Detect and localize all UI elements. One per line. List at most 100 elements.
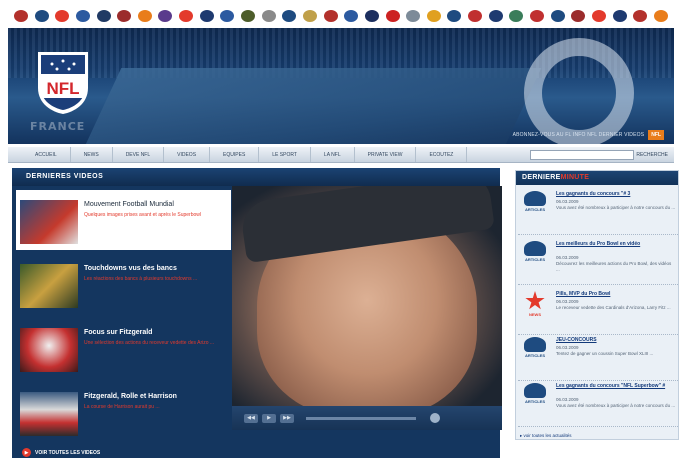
news-item[interactable]: ARTICLES Les gagnants du concours "# 3 0…: [518, 187, 678, 235]
subscribe-button[interactable]: NFL: [648, 130, 664, 140]
team-logo-icon[interactable]: [241, 10, 256, 22]
see-all-videos-link[interactable]: ▶ VOIR TOUTES LES VIDEOS: [22, 448, 100, 457]
team-logo-icon[interactable]: [530, 10, 545, 22]
team-logo-icon[interactable]: [158, 10, 173, 22]
video-title[interactable]: Touchdowns vus des bancs: [84, 264, 230, 273]
play-icon[interactable]: ▶: [22, 448, 31, 457]
news-link[interactable]: Les gagnants du concours "NFL Superbow" …: [556, 383, 676, 389]
team-logo-icon[interactable]: [509, 10, 524, 22]
team-logos-strip: [8, 6, 674, 26]
star-icon: NEWS: [520, 291, 550, 321]
nav-item-deve-nfl[interactable]: DEVE NFL: [113, 147, 165, 162]
forward-button[interactable]: ▶▶: [280, 413, 294, 423]
banner-helmet-decoration: [524, 38, 634, 144]
team-logo-icon[interactable]: [137, 10, 152, 22]
nav-item-listen[interactable]: ECOUTEZ: [416, 147, 468, 162]
team-logo-icon[interactable]: [55, 10, 70, 22]
nfl-shield-logo[interactable]: NFL: [34, 44, 92, 116]
helmet-icon: ARTICLES: [520, 191, 550, 221]
volume-knob[interactable]: [430, 413, 440, 423]
subscribe-text[interactable]: ABONNEZ-VOUS AU FL INFO NFL DERNIER VIDE…: [513, 132, 645, 138]
news-icon-label: ARTICLES: [525, 257, 545, 262]
team-logo-icon[interactable]: [220, 10, 235, 22]
latest-videos-header: DERNIERES VIDEOS: [12, 168, 500, 186]
news-date: 06.03.2009: [556, 345, 579, 350]
video-item[interactable]: Fitzgerald, Rolle et Harrison La course …: [16, 382, 231, 442]
team-logo-icon[interactable]: [385, 10, 400, 22]
video-thumbnail[interactable]: [20, 328, 78, 372]
see-all-videos-text[interactable]: VOIR TOUTES LES VIDEOS: [35, 450, 100, 456]
news-text: Le receveur vedette des Cardinals d'Ariz…: [556, 305, 671, 310]
team-logo-icon[interactable]: [612, 10, 627, 22]
nav-item-news[interactable]: NEWS: [71, 147, 113, 162]
nav-item-teams[interactable]: EQUIPES: [210, 147, 260, 162]
play-button[interactable]: ▶: [262, 413, 276, 423]
video-thumbnail[interactable]: [20, 392, 78, 436]
video-thumbnail[interactable]: [20, 200, 78, 244]
nav-item-private-view[interactable]: PRIVATE VIEW: [355, 147, 417, 162]
team-logo-icon[interactable]: [344, 10, 359, 22]
nav-item-la-nfl[interactable]: LA NFL: [311, 147, 355, 162]
video-player[interactable]: [232, 186, 502, 406]
video-thumbnail[interactable]: [20, 264, 78, 308]
helmet-icon: ARTICLES: [520, 337, 550, 367]
video-title[interactable]: Fitzgerald, Rolle et Harrison: [84, 392, 230, 401]
team-logo-icon[interactable]: [302, 10, 317, 22]
team-logo-icon[interactable]: [426, 10, 441, 22]
news-link[interactable]: Les meilleurs du Pro Bowl en vidéo: [556, 241, 676, 247]
news-text: Tentez de gagner un coussin Super Bowl X…: [556, 351, 654, 356]
main-nav: ACCUEIL NEWS DEVE NFL VIDEOS EQUIPES LE …: [8, 147, 674, 163]
news-icon-label: ARTICLES: [525, 207, 545, 212]
team-logo-icon[interactable]: [591, 10, 606, 22]
video-title[interactable]: Focus sur Fitzgerald: [84, 328, 230, 337]
rewind-button[interactable]: ◀◀: [244, 413, 258, 423]
team-logo-icon[interactable]: [179, 10, 194, 22]
progress-bar[interactable]: [306, 416, 416, 420]
team-logo-icon[interactable]: [653, 10, 668, 22]
team-logo-icon[interactable]: [488, 10, 503, 22]
news-item[interactable]: ARTICLES Les gagnants du concours "NFL S…: [518, 379, 678, 427]
team-logo-icon[interactable]: [282, 10, 297, 22]
team-logo-icon[interactable]: [447, 10, 462, 22]
latest-news-title: DERNIEREMINUTE: [522, 174, 589, 181]
news-item[interactable]: NEWS Pills, MVP du Pro Bowl 06.03.2009 L…: [518, 287, 678, 335]
latest-news-header: DERNIEREMINUTE: [516, 171, 678, 185]
team-logo-icon[interactable]: [96, 10, 111, 22]
video-item[interactable]: Mouvement Football Mundial Quelques imag…: [16, 190, 231, 250]
video-desc: La course de Harrison aurait pu ...: [84, 404, 160, 410]
search-button[interactable]: RECHERCHE: [636, 150, 668, 160]
nav-item-sport[interactable]: LE SPORT: [259, 147, 311, 162]
see-all-news-link[interactable]: ▸ voir toutes les actualités: [520, 433, 572, 439]
video-desc: Les réactions des bancs à plusieurs touc…: [84, 276, 198, 282]
video-player-controls: ◀◀ ▶ ▶▶: [232, 406, 502, 430]
video-title[interactable]: Mouvement Football Mundial: [84, 200, 230, 209]
nav-item-videos[interactable]: VIDEOS: [164, 147, 211, 162]
team-logo-icon[interactable]: [550, 10, 565, 22]
news-text: Vous avez été nombreux à participer à no…: [556, 205, 676, 210]
news-link[interactable]: Les gagnants du concours "# 3: [556, 191, 676, 197]
team-logo-icon[interactable]: [468, 10, 483, 22]
team-logo-icon[interactable]: [571, 10, 586, 22]
team-logo-icon[interactable]: [199, 10, 214, 22]
latest-news-title-b: MINUTE: [560, 174, 590, 181]
team-logo-icon[interactable]: [633, 10, 648, 22]
team-logo-icon[interactable]: [117, 10, 132, 22]
news-link[interactable]: Pills, MVP du Pro Bowl: [556, 291, 676, 297]
france-label: FRANCE: [30, 120, 86, 133]
team-logo-icon[interactable]: [364, 10, 379, 22]
team-logo-icon[interactable]: [406, 10, 421, 22]
team-logo-icon[interactable]: [14, 10, 28, 22]
team-logo-icon[interactable]: [323, 10, 338, 22]
team-logo-icon[interactable]: [34, 10, 49, 22]
video-item[interactable]: Touchdowns vus des bancs Les réactions d…: [16, 254, 231, 314]
team-logo-icon[interactable]: [261, 10, 276, 22]
news-item[interactable]: ARTICLES JEU-CONCOURS 06.03.2009 Tentez …: [518, 333, 678, 381]
news-item[interactable]: ARTICLES Les meilleurs du Pro Bowl en vi…: [518, 237, 678, 285]
news-text: Découvrez les meilleures actions du Pro …: [556, 261, 672, 272]
nav-item-home[interactable]: ACCUEIL: [22, 147, 71, 162]
team-logo-icon[interactable]: [75, 10, 90, 22]
video-desc: Une sélection des actions du receveur ve…: [84, 340, 215, 346]
video-item[interactable]: Focus sur Fitzgerald Une sélection des a…: [16, 318, 231, 378]
search-input[interactable]: [530, 150, 634, 160]
news-link[interactable]: JEU-CONCOURS: [556, 337, 676, 343]
